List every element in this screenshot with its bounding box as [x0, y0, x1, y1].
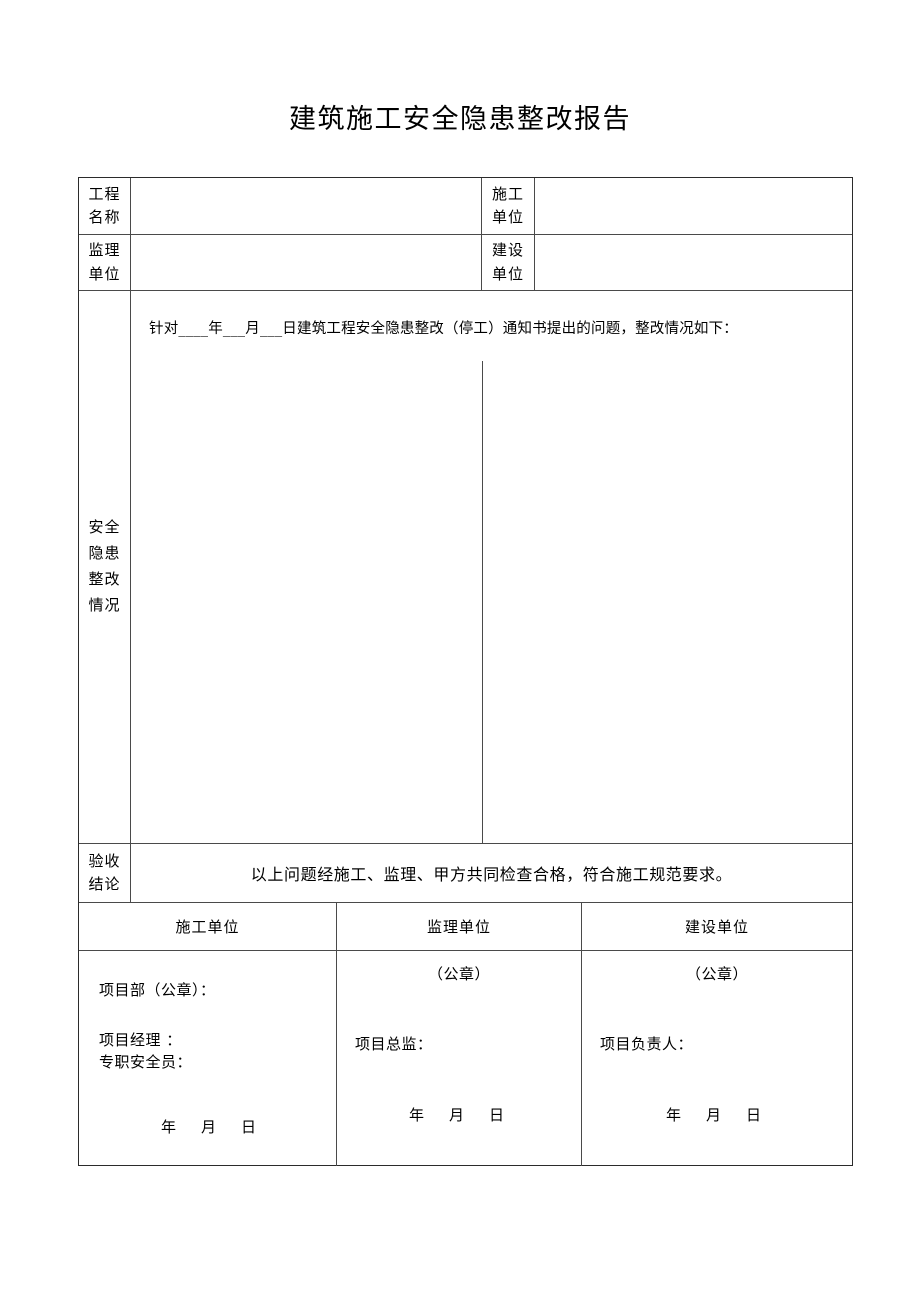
- report-table: 工程 名称 施工 单位 监理 单位 建设 单位 安全 隐患 整改 情况 针对__…: [78, 177, 853, 1166]
- sig-line-project-responsible-person: 项目负责人：: [600, 1035, 694, 1053]
- header-supervision-unit: 监理单位: [336, 903, 581, 951]
- cell-acceptance-conclusion-text[interactable]: 以上问题经施工、监理、甲方共同检查合格，符合施工规范要求。: [130, 844, 852, 903]
- date-month-label: 月: [706, 1106, 722, 1124]
- cell-construction-unit-value[interactable]: [534, 178, 852, 235]
- acceptance-conclusion-text: 以上问题经施工、监理、甲方共同检查合格，符合施工规范要求。: [250, 865, 733, 884]
- date-day-label: 日: [746, 1106, 762, 1124]
- date-month-label: 月: [201, 1118, 217, 1136]
- date-year-label: 年: [666, 1106, 682, 1124]
- sig-line-chief-supervisor: 项目总监：: [355, 1035, 433, 1053]
- construction-unit-label: 施工 单位: [491, 184, 524, 226]
- document-page: 建筑施工安全隐患整改报告 工程 名称 施工 单位 监理 单位 建设 单位 安全 …: [0, 0, 920, 1302]
- cell-project-name-label: 工程 名称: [79, 178, 130, 235]
- signature-block-supervision[interactable]: （公章） 项目总监： 年 月 日: [336, 951, 581, 1166]
- signature-date-construction: 年月日: [161, 1116, 281, 1137]
- page-title: 建筑施工安全隐患整改报告: [289, 104, 631, 135]
- acceptance-conclusion-label: 验收 结论: [88, 851, 121, 893]
- signature-date-owner: 年月日: [666, 1104, 786, 1125]
- rectification-intro-text: 针对____年___月___日建筑工程安全隐患整改（停工）通知书提出的问题，整改…: [149, 321, 738, 337]
- signature-content-owner: （公章） 项目负责人： 年 月 日: [582, 951, 852, 1166]
- project-name-label: 工程 名称: [88, 184, 121, 226]
- date-year-label: 年: [161, 1118, 177, 1136]
- cell-project-name-value[interactable]: [130, 178, 481, 235]
- signature-content-supervision: （公章） 项目总监： 年 月 日: [337, 951, 581, 1166]
- residual-column-divider: [482, 361, 483, 843]
- cell-rectification-label: 安全 隐患 整改 情况: [79, 291, 130, 844]
- header-construction-unit: 施工单位: [79, 903, 336, 951]
- cell-owner-unit-label: 建设 单位: [481, 235, 534, 291]
- rectification-situation-label: 安全 隐患 整改 情况: [88, 518, 121, 614]
- cell-owner-unit-value[interactable]: [534, 235, 852, 291]
- supervision-unit-label: 监理 单位: [88, 241, 121, 283]
- official-stamp-placeholder-supervision: （公章）: [427, 965, 490, 983]
- date-month-label: 月: [449, 1106, 465, 1124]
- date-day-label: 日: [489, 1106, 505, 1124]
- date-day-label: 日: [241, 1118, 257, 1136]
- sig-line-project-manager: 项目经理 ：: [99, 1031, 182, 1049]
- cell-acceptance-conclusion-label: 验收 结论: [79, 844, 130, 903]
- cell-supervision-unit-value[interactable]: [130, 235, 481, 291]
- signature-content-construction: 项目部（公章）： 项目经理 ： 专职安全员： 年 月 日: [79, 951, 336, 1166]
- cell-construction-unit-label: 施工 单位: [481, 178, 534, 235]
- official-stamp-placeholder-owner: （公章）: [685, 965, 748, 983]
- header-owner-unit: 建设单位: [581, 903, 852, 951]
- signature-block-construction[interactable]: 项目部（公章）： 项目经理 ： 专职安全员： 年 月 日: [79, 951, 336, 1166]
- owner-unit-label: 建设 单位: [491, 241, 524, 283]
- cell-rectification-body[interactable]: 针对____年___月___日建筑工程安全隐患整改（停工）通知书提出的问题，整改…: [130, 291, 852, 844]
- date-year-label: 年: [409, 1106, 425, 1124]
- sig-line-project-department: 项目部（公章）：: [99, 981, 216, 999]
- cell-supervision-unit-label: 监理 单位: [79, 235, 130, 291]
- sig-line-safety-officer: 专职安全员：: [99, 1053, 193, 1071]
- signature-date-supervision: 年月日: [409, 1104, 529, 1125]
- signature-block-owner[interactable]: （公章） 项目负责人： 年 月 日: [581, 951, 852, 1166]
